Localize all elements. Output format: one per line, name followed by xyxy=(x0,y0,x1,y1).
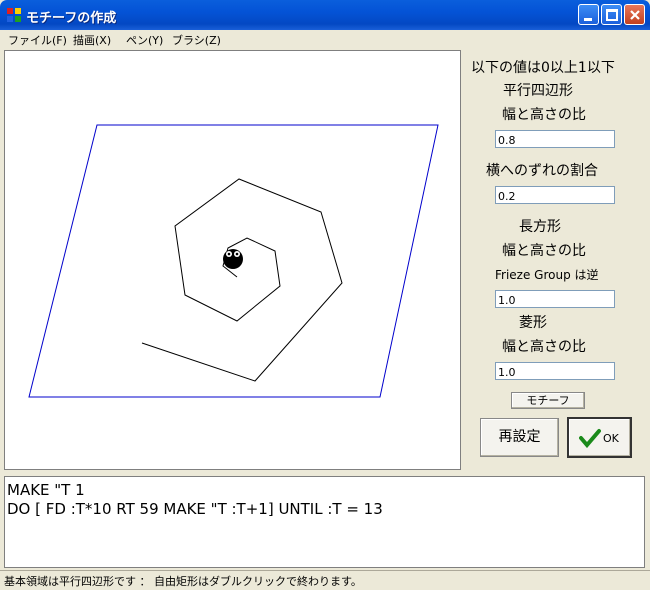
frieze-input[interactable] xyxy=(495,290,615,308)
ratio-label-3: 幅と高さの比 xyxy=(502,339,586,355)
menu-bar: ファイル(F) 描画(X) ペン(Y) ブラシ(Z) xyxy=(0,30,650,48)
rhombus-input[interactable] xyxy=(495,362,615,380)
code-editor[interactable]: MAKE "T 1 DO [ FD :T*10 RT 59 MAKE "T :T… xyxy=(4,476,645,568)
status-bar: 基本領域は平行四辺形です ： 自由矩形はダブルクリックで終わります。 xyxy=(0,570,650,590)
status-text: 基本領域は平行四辺形です ： 自由矩形はダブルクリックで終わります。 xyxy=(4,575,362,588)
window-title: モチーフの作成 xyxy=(26,11,117,26)
shift-label: 横へのずれの割合 xyxy=(486,163,598,179)
title-bar[interactable]: モチーフの作成 xyxy=(0,0,650,30)
ratio-input-1[interactable] xyxy=(495,130,615,148)
motif-button[interactable]: モチーフ xyxy=(511,392,585,409)
reset-button[interactable]: 再設定 xyxy=(480,418,559,457)
checkmark-icon xyxy=(579,429,601,448)
code-line-2: DO [ FD :T*10 RT 59 MAKE "T :T+1] UNTIL … xyxy=(7,500,383,518)
app-icon xyxy=(7,8,21,22)
rhombus-label: 菱形 xyxy=(519,315,547,331)
ratio-label-1: 幅と高さの比 xyxy=(502,107,586,123)
menu-file[interactable]: ファイル(F) xyxy=(8,32,67,48)
menu-draw[interactable]: 描画(X) xyxy=(73,32,111,48)
rectangle-label: 長方形 xyxy=(519,219,561,235)
close-icon xyxy=(630,10,640,20)
spiral-outer xyxy=(141,178,343,382)
menu-brush[interactable]: ブラシ(Z) xyxy=(172,32,221,48)
turtle-icon xyxy=(223,249,243,269)
ok-label: OK xyxy=(603,432,619,445)
motif-drawing xyxy=(28,124,439,398)
drawing-canvas[interactable] xyxy=(4,50,461,470)
minimize-icon xyxy=(584,18,592,21)
close-button[interactable] xyxy=(624,4,645,25)
ratio-label-2: 幅と高さの比 xyxy=(502,243,586,259)
range-note: 以下の値は0以上1以下 xyxy=(471,60,615,76)
frieze-label: Frieze Group は逆 xyxy=(495,268,599,282)
ok-button[interactable]: OK xyxy=(567,417,632,458)
menu-pen[interactable]: ペン(Y) xyxy=(126,32,163,48)
maximize-button[interactable] xyxy=(601,4,622,25)
minimize-button[interactable] xyxy=(578,4,599,25)
code-line-1: MAKE "T 1 xyxy=(7,481,85,499)
parallelogram-label: 平行四辺形 xyxy=(503,83,573,99)
shift-input[interactable] xyxy=(495,186,615,204)
maximize-icon xyxy=(606,9,618,21)
